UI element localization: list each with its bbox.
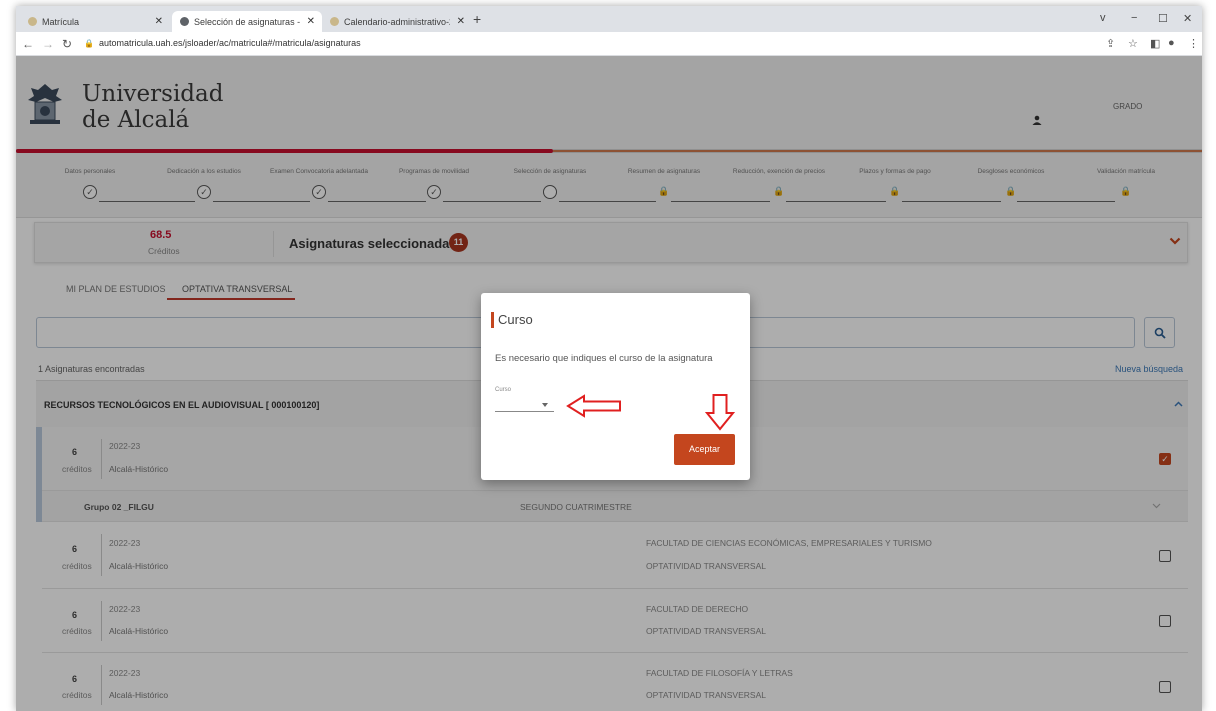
bookmark-star-icon[interactable]: ☆ (1128, 37, 1138, 50)
maximize-icon[interactable]: ☐ (1158, 12, 1168, 25)
close-tab-icon[interactable]: ✕ (457, 16, 465, 27)
dialog-title: Curso (498, 312, 533, 327)
url-field[interactable]: 🔒 automatricula.uah.es/jsloader/ac/matric… (84, 38, 361, 48)
accept-button[interactable]: Aceptar (674, 434, 735, 465)
university-favicon-icon (330, 17, 339, 26)
course-field-label: Curso (495, 387, 512, 393)
globe-favicon-icon (180, 17, 189, 26)
browser-tab-matricula[interactable]: Matrícula ✕ (20, 11, 170, 32)
browser-tab-bar: Matrícula ✕ Selección de asignaturas - U… (16, 6, 1202, 32)
browser-tab-seleccion[interactable]: Selección de asignaturas - Univer ✕ (172, 11, 322, 32)
browser-tab-calendario[interactable]: Calendario-administrativo-22-23 ✕ (322, 11, 472, 32)
course-dialog: Curso Es necesario que indiques el curso… (481, 293, 750, 480)
university-favicon-icon (28, 17, 37, 26)
url-text: automatricula.uah.es/jsloader/ac/matricu… (98, 38, 361, 48)
dropdown-caret-icon (542, 403, 548, 407)
dialog-message: Es necesario que indiques el curso de la… (495, 353, 713, 364)
close-tab-icon[interactable]: ✕ (155, 16, 163, 27)
title-accent-bar (491, 312, 494, 328)
close-tab-icon[interactable]: ✕ (307, 16, 315, 27)
lock-icon: 🔒 (84, 39, 94, 48)
tab-search-icon[interactable]: v (1100, 12, 1106, 24)
left-arrow-annotation-icon (566, 394, 621, 418)
profile-icon[interactable]: ● (1168, 37, 1175, 49)
back-icon[interactable]: ← (22, 37, 34, 51)
down-arrow-annotation-icon (705, 394, 735, 431)
forward-icon[interactable]: → (42, 37, 54, 51)
screen: Matrícula ✕ Selección de asignaturas - U… (16, 6, 1202, 711)
sidebar-icon[interactable]: ◧ (1150, 37, 1160, 50)
menu-dots-icon[interactable]: ⋮ (1188, 37, 1199, 50)
reload-icon[interactable]: ↻ (62, 37, 72, 51)
new-tab-button[interactable]: + (473, 11, 481, 27)
course-select[interactable] (495, 397, 554, 412)
browser-address-bar: ← → ↻ 🔒 automatricula.uah.es/jsloader/ac/… (16, 32, 1202, 56)
share-icon[interactable]: ⇪ (1106, 37, 1115, 50)
minimize-icon[interactable]: − (1131, 12, 1137, 24)
close-window-icon[interactable]: ✕ (1183, 12, 1192, 25)
